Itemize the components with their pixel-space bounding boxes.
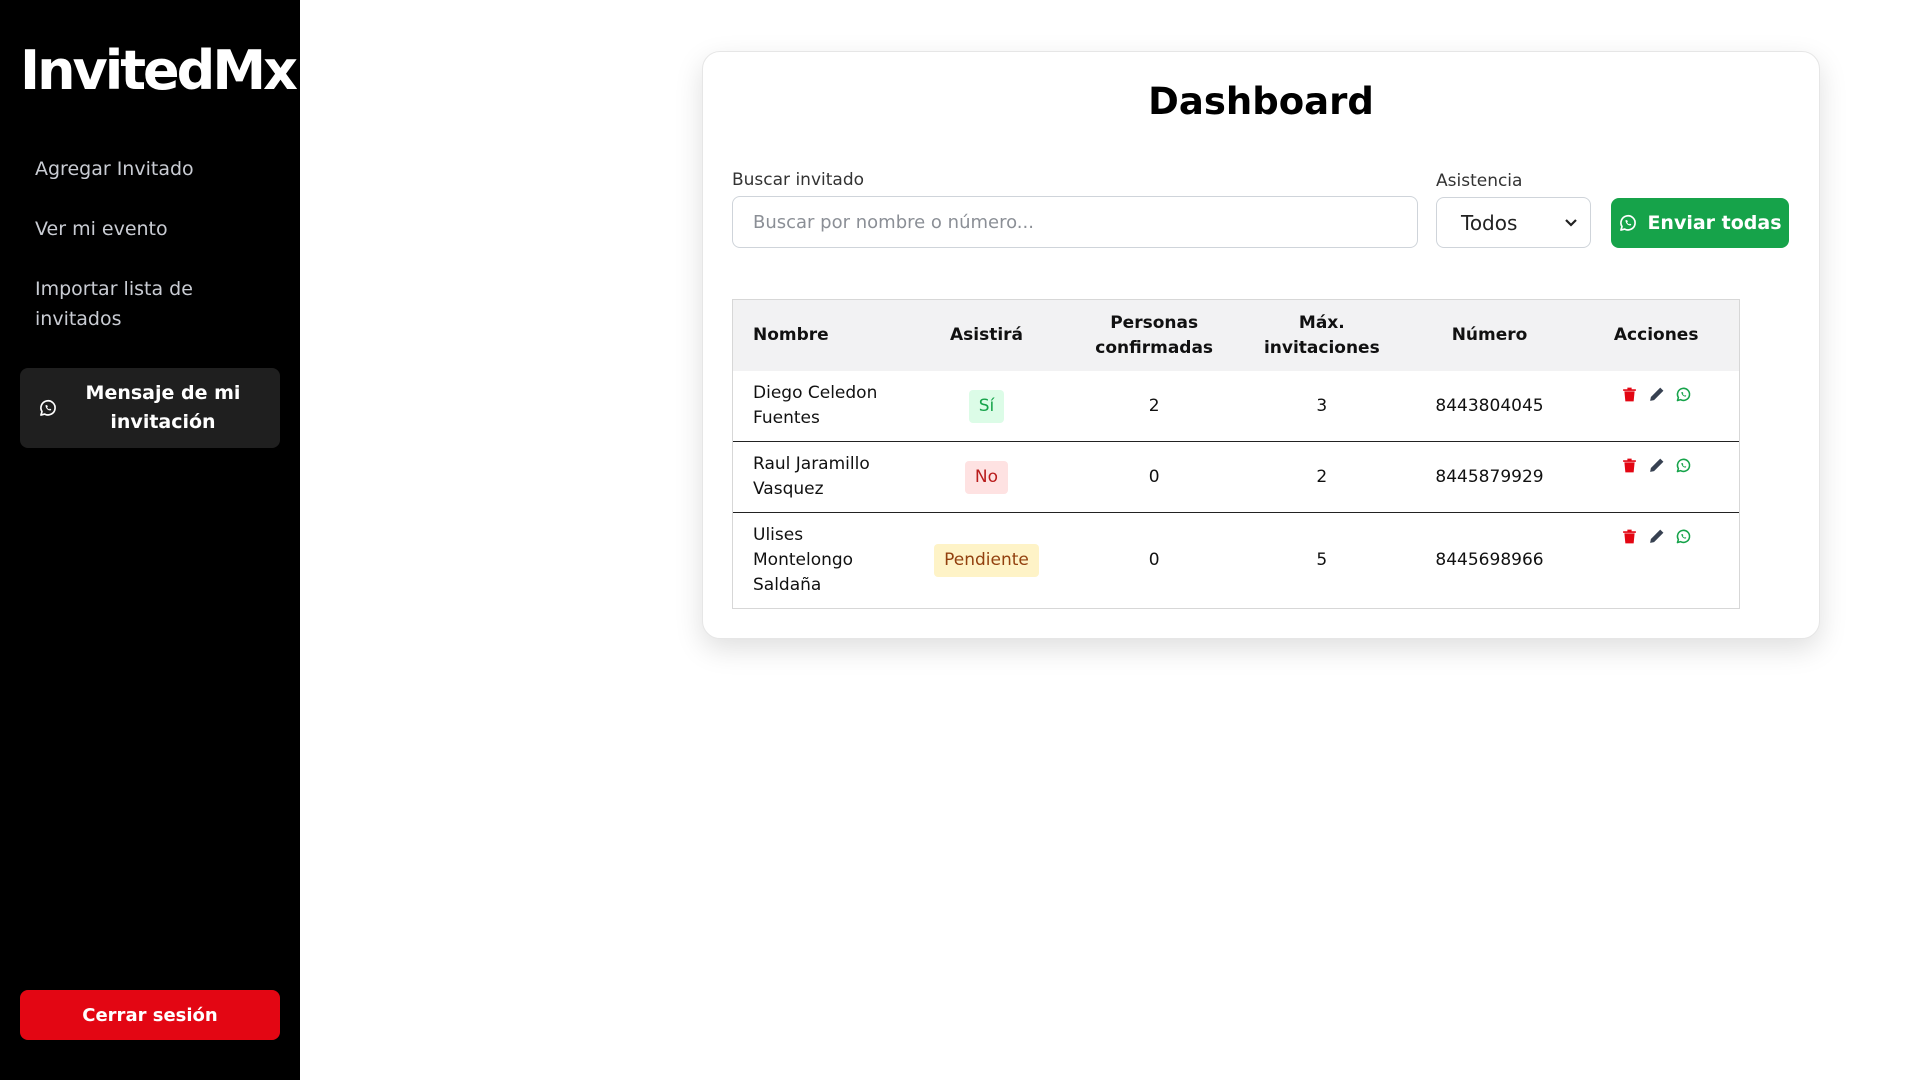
search-input[interactable]: [732, 196, 1418, 248]
status-badge: No: [964, 460, 1009, 494]
attendance-selected-value: Todos: [1461, 210, 1518, 235]
guests-table: Nombre Asistirá Personas confirmadas Máx…: [732, 299, 1740, 609]
whatsapp-icon: [1620, 214, 1637, 231]
search-label: Buscar invitado: [732, 170, 865, 190]
invitation-message-label: Mensaje de mi invitación: [85, 382, 241, 433]
send-all-label: Enviar todas: [1647, 212, 1782, 234]
max-invitations: 3: [1316, 395, 1328, 416]
guest-name: Diego Celedon Fuentes: [753, 383, 878, 428]
app-logo: InvitedMx: [20, 39, 298, 102]
dashboard-card: Dashboard Buscar invitado Asistencia Tod…: [702, 51, 1820, 639]
sidebar-item-agregar-invitado[interactable]: Agregar Invitado: [20, 154, 270, 184]
pencil-icon[interactable]: [1648, 528, 1665, 545]
row-actions: [1573, 371, 1739, 403]
sidebar: InvitedMx Agregar Invitado Ver mi evento…: [0, 0, 300, 1080]
guest-name: Ulises Montelongo Saldaña: [753, 525, 854, 595]
header-personas-confirmadas: Personas confirmadas: [1095, 312, 1214, 358]
logout-button[interactable]: Cerrar sesión: [20, 990, 280, 1040]
table-header: Nombre Asistirá Personas confirmadas Máx…: [733, 300, 1739, 371]
attendance-select[interactable]: Todos: [1436, 197, 1591, 248]
send-all-button[interactable]: Enviar todas: [1611, 198, 1789, 248]
attendance-label: Asistencia: [1436, 171, 1523, 191]
whatsapp-icon[interactable]: [1675, 386, 1692, 403]
attendance-cell: No: [903, 460, 1071, 494]
header-acciones: Acciones: [1613, 325, 1699, 345]
trash-icon[interactable]: [1621, 528, 1638, 545]
sidebar-item-importar-lista[interactable]: Importar lista de invitados: [20, 274, 270, 334]
max-invitations: 2: [1316, 466, 1328, 487]
attendance-cell: Pendiente: [903, 544, 1071, 577]
status-badge: Pendiente: [934, 544, 1039, 577]
table-row: Ulises Montelongo Saldaña Pendiente 0 5 …: [733, 512, 1739, 608]
phone-number: 8445879929: [1435, 466, 1544, 487]
page-title: Dashboard: [1148, 80, 1374, 123]
header-nombre: Nombre: [753, 325, 829, 345]
table-row: Diego Celedon Fuentes Sí 2 3 8443804045: [733, 371, 1739, 441]
header-numero: Número: [1451, 325, 1528, 345]
max-invitations: 5: [1316, 550, 1328, 570]
phone-number: 8445698966: [1435, 550, 1544, 570]
guest-name: Raul Jaramillo Vasquez: [753, 454, 870, 499]
trash-icon[interactable]: [1621, 457, 1638, 474]
pencil-icon[interactable]: [1648, 457, 1665, 474]
status-badge: Sí: [968, 389, 1005, 423]
table-row: Raul Jaramillo Vasquez No 0 2 8445879929: [733, 441, 1739, 512]
row-actions: [1573, 513, 1739, 545]
trash-icon[interactable]: [1621, 386, 1638, 403]
confirmed-count: 0: [1148, 550, 1160, 570]
header-asistira: Asistirá: [949, 325, 1023, 345]
whatsapp-icon[interactable]: [1675, 457, 1692, 474]
sidebar-nav: Agregar Invitado Ver mi evento Importar …: [20, 154, 280, 364]
chevron-down-icon: [1565, 219, 1577, 227]
phone-number: 8443804045: [1435, 395, 1544, 416]
whatsapp-icon[interactable]: [1675, 528, 1692, 545]
row-actions: [1573, 442, 1739, 474]
invitation-message-button[interactable]: Mensaje de mi invitación: [20, 368, 280, 448]
sidebar-item-ver-mi-evento[interactable]: Ver mi evento: [20, 214, 270, 244]
attendance-cell: Sí: [903, 389, 1071, 423]
confirmed-count: 2: [1148, 395, 1160, 416]
pencil-icon[interactable]: [1648, 386, 1665, 403]
whatsapp-icon: [40, 399, 56, 416]
header-max-invitaciones: Máx. invitaciones: [1263, 312, 1380, 358]
confirmed-count: 0: [1148, 466, 1160, 487]
